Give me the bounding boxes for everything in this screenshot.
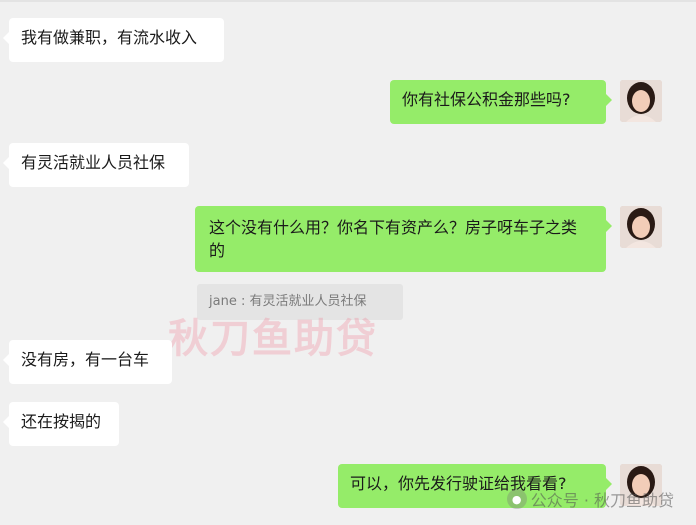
account-watermark: ● 公众号 · 秋刀鱼助贷: [506, 487, 674, 511]
user-avatar[interactable]: [620, 206, 662, 248]
wechat-icon: ●: [506, 489, 527, 509]
message-bubble-incoming[interactable]: 我有做兼职，有流水收入: [3, 18, 224, 62]
message-bubble-outgoing[interactable]: 你有社保公积金那些吗?: [390, 80, 612, 124]
user-avatar[interactable]: [620, 80, 662, 122]
message-bubble-incoming[interactable]: 有灵活就业人员社保: [3, 143, 189, 187]
message-text: 你有社保公积金那些吗?: [402, 90, 571, 109]
watermark: 秋刀鱼助贷: [168, 316, 378, 362]
message-text: 有灵活就业人员社保: [21, 153, 166, 172]
message-text: 没有房，有一台车: [21, 350, 150, 369]
message-bubble-outgoing[interactable]: 这个没有什么用？你名下有资产么？房子呀车子之类的: [195, 206, 612, 272]
message-text: 我有做兼职，有流水收入: [21, 28, 198, 47]
message-text: 还在按揭的: [21, 412, 102, 431]
top-divider: [0, 0, 696, 2]
message-text: 这个没有什么用？你名下有资产么？房子呀车子之类的: [209, 218, 578, 260]
message-bubble-incoming[interactable]: 没有房，有一台车: [3, 340, 172, 384]
message-bubble-incoming[interactable]: 还在按揭的: [3, 402, 119, 446]
